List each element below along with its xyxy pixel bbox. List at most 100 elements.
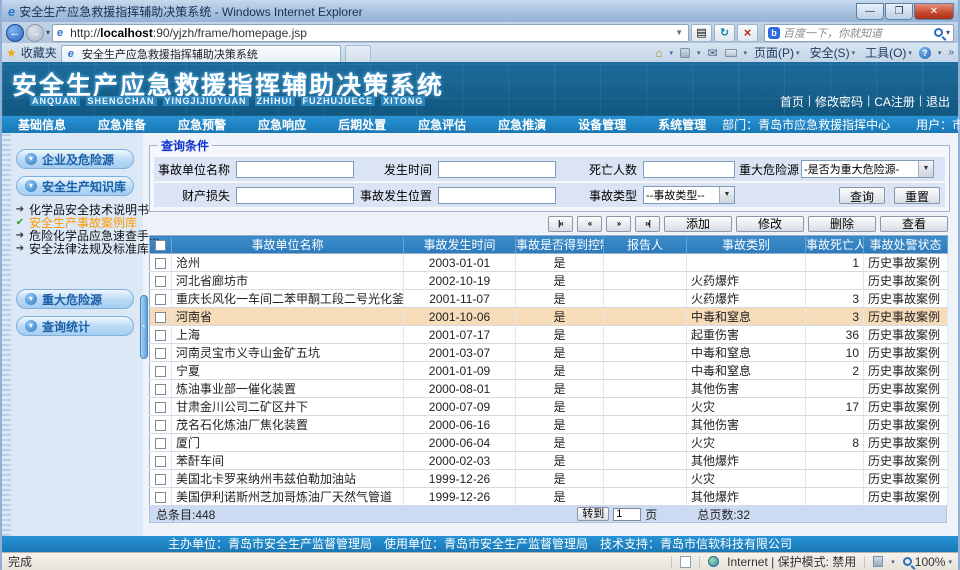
nav-item[interactable]: 应急准备 <box>82 116 162 133</box>
favorites-star-icon[interactable]: ★ <box>6 46 17 60</box>
row-checkbox[interactable] <box>155 492 166 503</box>
table-row[interactable]: 美国伊利诺斯州芝加哥炼油厂天然气管道1999-12-26是其他爆炸历史事故案例 <box>150 488 948 506</box>
row-checkbox[interactable] <box>155 294 166 305</box>
search-input[interactable]: b 百度一下，你就知道 ▾ <box>764 24 954 42</box>
header-link[interactable]: 修改密码 <box>815 93 863 110</box>
print-icon[interactable] <box>725 49 737 57</box>
row-checkbox[interactable] <box>155 312 166 323</box>
col-date[interactable]: 事故发生时间 <box>404 236 516 254</box>
row-checkbox[interactable] <box>155 474 166 485</box>
search-dropdown-icon[interactable]: ▾ <box>946 28 950 37</box>
row-checkbox[interactable] <box>155 384 166 395</box>
nav-item[interactable]: 系统管理 <box>642 116 722 133</box>
col-type[interactable]: 事故类别 <box>687 236 806 254</box>
nav-item[interactable]: 设备管理 <box>562 116 642 133</box>
url-dropdown-icon[interactable]: ▼ <box>672 28 686 37</box>
table-row[interactable]: 河南灵宝市义寺山金矿五坑2001-03-07是中毒和窒息10历史事故案例 <box>150 344 948 362</box>
goto-page-button[interactable]: 转到 <box>577 507 609 521</box>
nav-item[interactable]: 应急评估 <box>402 116 482 133</box>
major-hazard-select[interactable]: -是否为重大危险源- ▼ <box>801 160 934 178</box>
table-row[interactable]: 上海2001-07-17是起重伤害36历史事故案例 <box>150 326 948 344</box>
col-unit-name[interactable]: 事故单位名称 <box>172 236 404 254</box>
unit-name-input[interactable] <box>236 161 354 178</box>
browser-tab[interactable]: e 安全生产应急救援指挥辅助决策系统 <box>61 45 341 62</box>
search-icon[interactable] <box>934 28 943 37</box>
col-reporter[interactable]: 报告人 <box>604 236 687 254</box>
header-link[interactable]: 退出 <box>926 93 950 110</box>
sidebar-group-1[interactable]: ▾安全生产知识库 <box>16 176 134 196</box>
nav-item[interactable]: 应急预警 <box>162 116 242 133</box>
nav-item[interactable]: 应急推演 <box>482 116 562 133</box>
row-checkbox[interactable] <box>155 438 166 449</box>
delete-button[interactable]: 删除 <box>808 216 876 232</box>
sidebar-group-2[interactable]: ▾重大危险源 <box>16 289 134 309</box>
table-row[interactable]: 炼油事业部一催化装置2000-08-01是其他伤害历史事故案例 <box>150 380 948 398</box>
close-button[interactable]: ✕ <box>914 3 954 20</box>
maximize-button[interactable]: ❐ <box>885 3 913 20</box>
view-button[interactable]: 查看 <box>880 216 948 232</box>
table-row[interactable]: 河北省廊坊市2002-10-19是火药爆炸历史事故案例 <box>150 272 948 290</box>
nav-item[interactable]: 后期处置 <box>322 116 402 133</box>
compatibility-icon[interactable] <box>873 556 883 567</box>
chevron-down-icon[interactable]: ▾ <box>938 49 942 57</box>
table-row[interactable]: 宁夏2001-01-09是中毒和窒息2历史事故案例 <box>150 362 948 380</box>
minimize-button[interactable]: — <box>856 3 884 20</box>
last-page-button[interactable]: »| <box>635 216 660 232</box>
more-commands-icon[interactable]: » <box>948 47 954 58</box>
table-row[interactable]: 沧州2003-01-01是1历史事故案例 <box>150 254 948 272</box>
stop-button[interactable]: × <box>737 24 758 42</box>
history-dropdown-icon[interactable]: ▾ <box>46 28 50 37</box>
table-row[interactable]: 甘肃金川公司二矿区井下2000-07-09是火灾17历史事故案例 <box>150 398 948 416</box>
row-checkbox[interactable] <box>155 348 166 359</box>
new-tab-button[interactable] <box>345 45 371 62</box>
reset-button[interactable]: 重置 <box>894 187 940 204</box>
header-link[interactable]: CA注册 <box>874 93 915 110</box>
table-row[interactable]: 厦门2000-06-04是火灾8历史事故案例 <box>150 434 948 452</box>
sidebar-group-3[interactable]: ▾查询统计 <box>16 316 134 336</box>
chevron-down-icon[interactable]: ▾ <box>744 49 748 57</box>
command-menu[interactable]: 页面(P)▾ <box>754 44 800 61</box>
add-button[interactable]: 添加 <box>664 216 732 232</box>
row-checkbox[interactable] <box>155 456 166 467</box>
nav-item[interactable]: 应急响应 <box>242 116 322 133</box>
next-page-button[interactable]: » <box>606 216 631 232</box>
compatibility-view-button[interactable]: ▤ <box>691 24 712 42</box>
row-checkbox[interactable] <box>155 420 166 431</box>
row-checkbox[interactable] <box>155 258 166 269</box>
chevron-down-icon[interactable]: ▾ <box>891 558 895 566</box>
refresh-button[interactable]: ↻ <box>714 24 735 42</box>
col-controlled[interactable]: 事故是否得到控制 <box>516 236 604 254</box>
page-number-input[interactable] <box>613 508 641 521</box>
col-status[interactable]: 事故处警状态 <box>864 236 948 254</box>
rss-feed-icon[interactable] <box>680 48 690 58</box>
table-row[interactable]: 河南省2001-10-06是中毒和窒息3历史事故案例 <box>150 308 948 326</box>
modify-button[interactable]: 修改 <box>736 216 804 232</box>
row-checkbox[interactable] <box>155 330 166 341</box>
table-row[interactable]: 美国北卡罗来纳州韦兹伯勒加油站1999-12-26是火灾历史事故案例 <box>150 470 948 488</box>
command-menu[interactable]: 安全(S)▾ <box>810 44 856 61</box>
favorites-button[interactable]: 收藏夹 <box>21 44 57 61</box>
table-row[interactable]: 重庆长风化一车间二苯甲酮工段二号光化釜2001-11-07是火药爆炸3历史事故案… <box>150 290 948 308</box>
mail-icon[interactable]: ✉ <box>707 46 717 60</box>
nav-item[interactable]: 基础信息 <box>2 116 82 133</box>
table-row[interactable]: 茂名石化炼油厂焦化装置2000-06-16是其他伤害历史事故案例 <box>150 416 948 434</box>
sidebar-group-0[interactable]: ▾企业及危险源 <box>16 149 134 169</box>
header-link[interactable]: 首页 <box>780 93 804 110</box>
home-icon[interactable]: ⌂ <box>655 46 662 60</box>
occur-time-input[interactable] <box>438 161 556 178</box>
url-input[interactable]: e http://localhost:90/yjzh/frame/homepag… <box>52 24 689 42</box>
command-menu[interactable]: 工具(O)▾ <box>865 44 912 61</box>
chevron-down-icon[interactable]: ▾ <box>697 49 701 57</box>
forward-button[interactable]: → <box>26 24 44 42</box>
sidebar-item[interactable]: ➔安全法律法规及标准库 <box>14 242 143 255</box>
row-checkbox[interactable] <box>155 366 166 377</box>
prev-page-button[interactable]: « <box>577 216 602 232</box>
property-loss-input[interactable] <box>236 187 354 204</box>
sidebar-collapse-handle[interactable]: ‹ <box>140 295 148 359</box>
row-checkbox[interactable] <box>155 276 166 287</box>
col-deaths[interactable]: 事故死亡人数 <box>806 236 864 254</box>
location-input[interactable] <box>438 187 556 204</box>
row-checkbox[interactable] <box>155 402 166 413</box>
help-icon[interactable]: ? <box>919 47 931 59</box>
accident-type-select[interactable]: --事故类型-- ▼ <box>643 186 735 204</box>
